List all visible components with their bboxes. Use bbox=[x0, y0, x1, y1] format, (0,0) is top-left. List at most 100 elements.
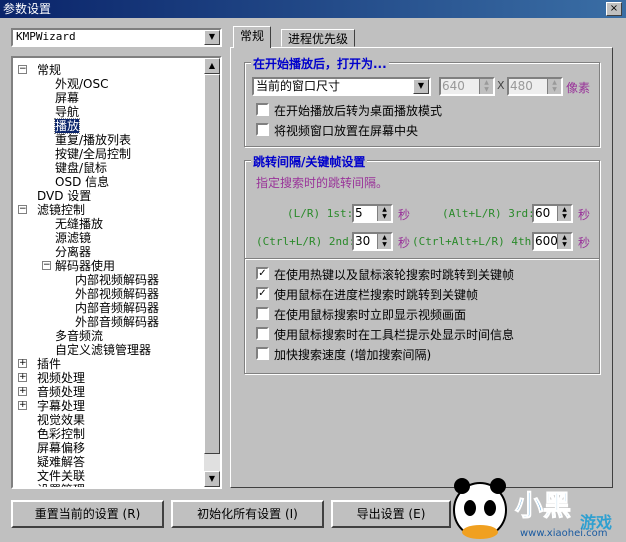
checkbox-label: 加快搜索速度 (增加搜索间隔) bbox=[274, 348, 432, 362]
spin-arrows-icon[interactable]: ▲ ▼ bbox=[557, 206, 571, 221]
tree-item[interactable]: 分离器 bbox=[55, 245, 91, 259]
checkbox-label: 使用鼠标搜索时在工具栏提示处显示时间信息 bbox=[274, 328, 515, 342]
tree-item[interactable]: 导航 bbox=[55, 105, 79, 119]
settings-tree[interactable]: ▲ ▼ − 常规 外观/OSC 屏幕 导航 播放 重复/播放列表 按键/全局控制 键盘/鼠标 OS… bbox=[11, 56, 222, 489]
tree-item[interactable]: 设置管理 bbox=[37, 483, 85, 487]
tree-item[interactable]: 内部音频解码器 bbox=[75, 301, 159, 315]
expander-icon[interactable]: − bbox=[42, 261, 51, 270]
chevron-down-icon[interactable]: ▼ bbox=[204, 30, 220, 45]
open-group-legend: 在开始播放后，打开为... bbox=[251, 55, 389, 72]
tree-item[interactable]: 字幕处理 bbox=[37, 399, 85, 413]
tree-item[interactable]: OSD 信息 bbox=[55, 175, 109, 189]
seek-spinner[interactable]: 600 ▲ ▼ bbox=[532, 232, 573, 251]
expander-icon[interactable]: + bbox=[18, 387, 27, 396]
tree-item[interactable]: 音频处理 bbox=[37, 385, 85, 399]
watermark-logo: 小黑 游戏 www.xiaohei.com bbox=[440, 470, 626, 539]
checkbox[interactable] bbox=[256, 103, 269, 116]
tree-item[interactable]: 自定义滤镜管理器 bbox=[55, 343, 151, 357]
tree-item[interactable]: 屏幕 bbox=[55, 91, 79, 105]
tree-item[interactable]: 屏幕偏移 bbox=[37, 441, 85, 455]
checkbox-label: 在开始播放后转为桌面播放模式 bbox=[274, 104, 443, 118]
spin-arrows-icon[interactable]: ▲ ▼ bbox=[547, 79, 561, 94]
window-size-combo[interactable]: 当前的窗口尺寸 ▼ bbox=[252, 77, 431, 96]
init-all-button[interactable]: 初始化所有设置 (I) bbox=[171, 500, 324, 528]
close-button[interactable]: × bbox=[606, 2, 622, 16]
width-spinner[interactable]: 640 ▲ ▼ bbox=[439, 77, 495, 96]
checkbox[interactable]: ✓ bbox=[256, 287, 269, 300]
tree-item[interactable]: 源滤镜 bbox=[55, 231, 91, 245]
preset-combo[interactable]: KMPWizard ▼ bbox=[11, 28, 222, 47]
window-size-value: 当前的窗口尺寸 bbox=[256, 79, 341, 93]
seek-spinner[interactable]: 5 ▲ ▼ bbox=[352, 204, 393, 223]
tree-item[interactable]: 解码器使用 bbox=[55, 259, 115, 273]
scroll-thumb[interactable] bbox=[204, 74, 220, 454]
checkbox[interactable] bbox=[256, 123, 269, 136]
spin-arrows-icon[interactable]: ▲ ▼ bbox=[377, 234, 391, 249]
seek-field-label: (Ctrl+Alt+L/R) 4th: bbox=[412, 235, 538, 248]
tree-item[interactable]: 播放 bbox=[53, 118, 81, 134]
tab-general[interactable]: 常规 bbox=[233, 26, 272, 48]
tab-priority[interactable]: 进程优先级 bbox=[281, 29, 356, 47]
seek-spinner[interactable]: 30 ▲ ▼ bbox=[352, 232, 393, 251]
tree-item[interactable]: 常规 bbox=[37, 63, 61, 77]
checkbox[interactable] bbox=[256, 347, 269, 360]
expander-icon[interactable]: + bbox=[18, 359, 27, 368]
seek-field-label: (Ctrl+L/R) 2nd: bbox=[256, 235, 356, 248]
pixel-unit: 像素 bbox=[566, 81, 591, 95]
tree-item[interactable]: 文件关联 bbox=[37, 469, 85, 483]
seek-field-label: (Alt+L/R) 3rd: bbox=[442, 207, 535, 220]
export-button[interactable]: 导出设置 (E) bbox=[331, 500, 451, 528]
tree-item[interactable]: 重复/播放列表 bbox=[55, 133, 131, 147]
reset-button[interactable]: 重置当前的设置 (R) bbox=[11, 500, 164, 528]
scroll-up-icon[interactable]: ▲ bbox=[204, 58, 220, 74]
scroll-down-icon[interactable]: ▼ bbox=[204, 471, 220, 487]
tree-item[interactable]: 疑难解答 bbox=[37, 455, 85, 469]
checkbox-label: 将视频窗口放置在屏幕中央 bbox=[274, 124, 419, 138]
tree-item[interactable]: 色彩控制 bbox=[37, 427, 85, 441]
checkbox-label: 在使用热键以及鼠标滚轮搜索时跳转到关键帧 bbox=[274, 268, 515, 282]
preset-value: KMPWizard bbox=[16, 30, 76, 43]
tree-item[interactable]: 外观/OSC bbox=[55, 77, 109, 91]
spin-arrows-icon[interactable]: ▲ ▼ bbox=[377, 206, 391, 221]
times-label: X bbox=[497, 79, 505, 92]
seconds-unit: 秒 bbox=[578, 208, 591, 222]
tree-item[interactable]: 外部视频解码器 bbox=[75, 287, 159, 301]
tree-item[interactable]: 内部视频解码器 bbox=[75, 273, 159, 287]
tree-item[interactable]: DVD 设置 bbox=[37, 189, 91, 203]
tree-item[interactable]: 外部音频解码器 bbox=[75, 315, 159, 329]
seconds-unit: 秒 bbox=[398, 208, 411, 222]
spin-arrows-icon[interactable]: ▲ ▼ bbox=[479, 79, 493, 94]
checkbox-label: 使用鼠标在进度栏搜索时跳转到关键帧 bbox=[274, 288, 479, 302]
divider bbox=[245, 258, 599, 260]
seconds-unit: 秒 bbox=[578, 236, 591, 250]
height-value: 480 bbox=[510, 79, 533, 93]
tree-item[interactable]: 多音频流 bbox=[55, 329, 103, 343]
spin-arrows-icon[interactable]: ▲ ▼ bbox=[557, 234, 571, 249]
tree-scrollbar[interactable]: ▲ ▼ bbox=[204, 58, 220, 487]
tree-item[interactable]: 键盘/鼠标 bbox=[55, 161, 107, 175]
expander-icon[interactable]: + bbox=[18, 373, 27, 382]
chevron-down-icon[interactable]: ▼ bbox=[413, 79, 429, 94]
tree-item[interactable]: 视觉效果 bbox=[37, 413, 85, 427]
width-value: 640 bbox=[442, 79, 465, 93]
tree-item[interactable]: 滤镜控制 bbox=[37, 203, 85, 217]
height-spinner[interactable]: 480 ▲ ▼ bbox=[507, 77, 563, 96]
seconds-unit: 秒 bbox=[398, 236, 411, 250]
seek-value: 60 bbox=[535, 206, 551, 220]
tree-item[interactable]: 视频处理 bbox=[37, 371, 85, 385]
seek-group-legend: 跳转间隔/关键帧设置 bbox=[251, 153, 368, 170]
seek-value: 5 bbox=[355, 206, 363, 220]
seek-hint: 指定搜索时的跳转间隔。 bbox=[256, 176, 389, 190]
checkbox[interactable] bbox=[256, 327, 269, 340]
tree-item[interactable]: 插件 bbox=[37, 357, 61, 371]
seek-spinner[interactable]: 60 ▲ ▼ bbox=[532, 204, 573, 223]
expander-icon[interactable]: + bbox=[18, 401, 27, 410]
tree-item[interactable]: 无缝播放 bbox=[55, 217, 103, 231]
seek-field-label: (L/R) 1st: bbox=[287, 207, 354, 220]
expander-icon[interactable]: − bbox=[18, 65, 27, 74]
tree-item[interactable]: 按键/全局控制 bbox=[55, 147, 131, 161]
expander-icon[interactable]: − bbox=[18, 205, 27, 214]
checkbox[interactable] bbox=[256, 307, 269, 320]
checkbox[interactable]: ✓ bbox=[256, 267, 269, 280]
checkbox-label: 在使用鼠标搜索时立即显示视频画面 bbox=[274, 308, 467, 322]
